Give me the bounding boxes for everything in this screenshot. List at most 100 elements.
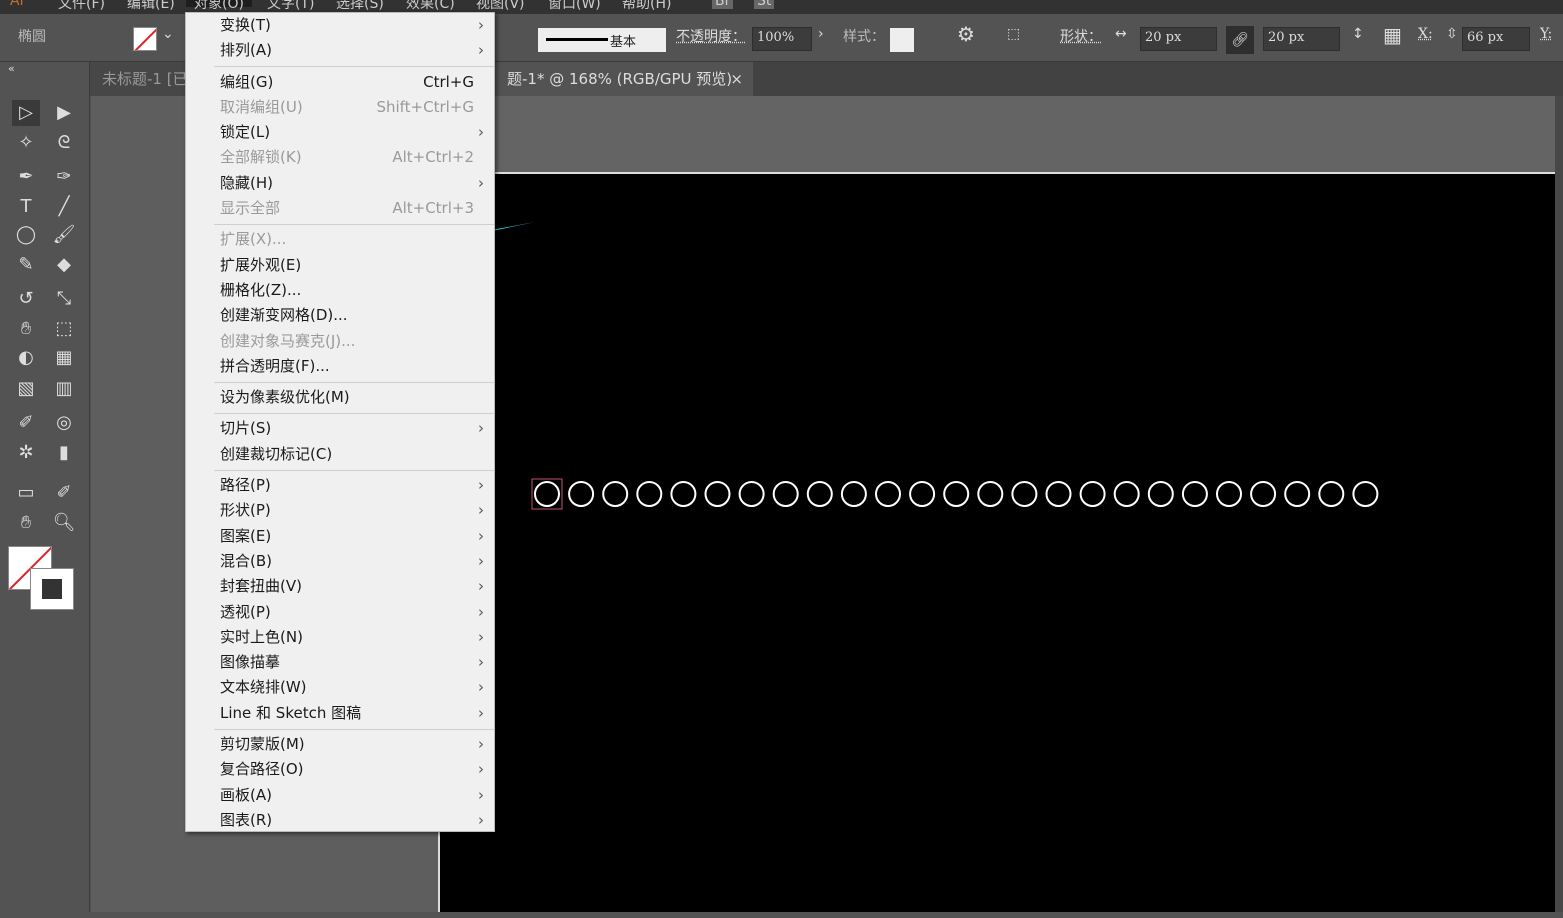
opacity-field[interactable]: 100%: [752, 27, 812, 51]
circle-shape[interactable]: [1318, 481, 1345, 507]
lasso-tool-icon[interactable]: ᘓ: [50, 130, 78, 156]
eraser-tool-icon[interactable]: ◆: [50, 252, 78, 278]
circle-shape[interactable]: [909, 481, 936, 507]
circle-shape[interactable]: [806, 481, 833, 507]
menu-item[interactable]: 排列(A) ›: [186, 38, 494, 63]
shape-builder-tool-icon[interactable]: ◐: [12, 345, 40, 371]
pen-tool-icon[interactable]: ✒: [12, 164, 40, 190]
menu-7[interactable]: 窗口(W): [548, 0, 601, 13]
circle-shape[interactable]: [1079, 481, 1106, 507]
selection-tool-icon[interactable]: ▷: [12, 100, 40, 126]
width-field[interactable]: 20 px: [1140, 27, 1217, 51]
menu-item[interactable]: 切片(S) ›: [186, 416, 494, 441]
menu-8[interactable]: 帮助(H): [622, 0, 671, 13]
menu-item[interactable]: 编组(G) Ctrl+G: [186, 70, 494, 95]
stroke-color-swatch[interactable]: [30, 568, 74, 610]
circle-shape[interactable]: [636, 481, 663, 507]
height-field[interactable]: 20 px: [1263, 27, 1340, 51]
menu-item[interactable]: 图像描摹 ›: [186, 650, 494, 675]
menu-item[interactable]: 图案(E) ›: [186, 524, 494, 549]
circle-shape[interactable]: [943, 481, 970, 507]
circle-shape[interactable]: [1045, 481, 1072, 507]
transform-bounds-icon[interactable]: ⬚: [1007, 26, 1020, 42]
reference-point-icon[interactable]: ▦: [1383, 23, 1402, 47]
menu-item[interactable]: 扩展外观(E): [186, 253, 494, 278]
menu-item[interactable]: 复合路径(O) ›: [186, 757, 494, 782]
circle-shape[interactable]: [704, 481, 731, 507]
rotate-tool-icon[interactable]: ↺: [12, 286, 40, 312]
selection-bounding-box[interactable]: [531, 478, 563, 510]
circle-shape[interactable]: [534, 481, 560, 507]
artboard-tool-icon[interactable]: ▭: [12, 480, 40, 506]
circle-shape[interactable]: [738, 481, 765, 507]
symbol-sprayer-tool-icon[interactable]: ✲: [12, 440, 40, 466]
type-tool-icon[interactable]: T: [12, 194, 40, 220]
menu-0[interactable]: 文件(F): [58, 0, 105, 13]
menu-item[interactable]: 形状(P) ›: [186, 498, 494, 523]
menu-item[interactable]: Line 和 Sketch 图稿 ›: [186, 701, 494, 726]
circle-shape[interactable]: [1181, 481, 1208, 507]
menu-item[interactable]: 实时上色(N) ›: [186, 625, 494, 650]
menu-item[interactable]: 隐藏(H) ›: [186, 171, 494, 196]
stroke-style-select[interactable]: 基本: [538, 28, 666, 52]
warp-tool-icon[interactable]: ✋︎: [12, 316, 40, 342]
menu-item[interactable]: 路径(P) ›: [186, 473, 494, 498]
menu-item[interactable]: 变换(T) ›: [186, 13, 494, 38]
circle-shape[interactable]: [875, 481, 901, 507]
stepper-icon[interactable]: ⇳: [1446, 26, 1458, 42]
style-swatch[interactable]: [890, 28, 914, 52]
menu-item[interactable]: 栅格化(Z)...: [186, 278, 494, 303]
menu-item[interactable]: 透视(P) ›: [186, 600, 494, 625]
menu-item[interactable]: 文本绕排(W) ›: [186, 675, 494, 700]
paintbrush-tool-icon[interactable]: 🖌︎: [50, 222, 78, 248]
menu-item[interactable]: 设为像素级优化(M): [186, 385, 494, 410]
bridge-stock-button[interactable]: Br: [712, 0, 734, 9]
ellipse-tool-icon[interactable]: ◯: [12, 222, 40, 248]
circle-shape[interactable]: [1250, 481, 1277, 507]
circle-shape[interactable]: [568, 481, 595, 507]
perspective-tool-icon[interactable]: ▦: [50, 345, 78, 371]
circle-shape[interactable]: [1113, 481, 1140, 507]
slice-tool-icon[interactable]: ✐: [50, 480, 78, 506]
circle-shape[interactable]: [772, 481, 799, 507]
circle-shape[interactable]: [977, 481, 1004, 507]
menu-2[interactable]: 对象(O): [186, 0, 252, 12]
gradient-tool-icon[interactable]: ▥: [50, 376, 78, 402]
circle-shape[interactable]: [1216, 481, 1242, 507]
circle-shape[interactable]: [1284, 481, 1311, 507]
zoom-tool-icon[interactable]: 🔍︎: [50, 510, 78, 536]
hand-tool-icon[interactable]: ✋︎: [12, 510, 40, 536]
menu-item[interactable]: 图表(R) ›: [186, 808, 494, 833]
tab-untitled-1[interactable]: 未标题-1 [已: [90, 62, 200, 96]
chevron-down-icon[interactable]: ⌄: [162, 26, 174, 42]
menu-item[interactable]: 锁定(L) ›: [186, 120, 494, 145]
scale-tool-icon[interactable]: ⤡: [50, 286, 78, 312]
menu-item[interactable]: 混合(B) ›: [186, 549, 494, 574]
blend-tool-icon[interactable]: ◎: [50, 410, 78, 436]
line-tool-icon[interactable]: ╱: [50, 194, 78, 220]
menu-item[interactable]: 剪切蒙版(M) ›: [186, 732, 494, 757]
circle-shape[interactable]: [1011, 481, 1038, 507]
link-icon[interactable]: 🔗︎: [1226, 26, 1254, 54]
close-icon[interactable]: ×: [730, 62, 743, 96]
chevron-right-icon[interactable]: ›: [818, 26, 824, 42]
bridge-stock-button[interactable]: St: [754, 0, 775, 9]
x-field[interactable]: 66 px: [1462, 27, 1530, 51]
menu-item[interactable]: 拼合透明度(F)...: [186, 354, 494, 379]
tab-active-document[interactable]: 题-1* @ 168% (RGB/GPU 预览) ×: [495, 62, 753, 96]
menu-1[interactable]: 编辑(E): [127, 0, 175, 13]
recolor-icon[interactable]: ⚙: [957, 22, 975, 46]
circle-shape[interactable]: [840, 481, 867, 507]
menu-item[interactable]: 创建裁切标记(C): [186, 442, 494, 467]
vertical-scrollbar[interactable]: [1555, 96, 1563, 912]
mesh-tool-icon[interactable]: ▧: [12, 376, 40, 402]
menu-item[interactable]: 封套扭曲(V) ›: [186, 574, 494, 599]
circle-shape[interactable]: [1147, 481, 1174, 507]
fill-swatch[interactable]: [133, 27, 157, 51]
graph-tool-icon[interactable]: ▮: [50, 440, 78, 466]
eyedropper-tool-icon[interactable]: ✐: [12, 410, 40, 436]
direct-selection-tool-icon[interactable]: ▶: [50, 100, 78, 126]
menu-item[interactable]: 画板(A) ›: [186, 783, 494, 808]
circle-shape[interactable]: [602, 481, 629, 507]
free-transform-tool-icon[interactable]: ⬚: [50, 316, 78, 342]
